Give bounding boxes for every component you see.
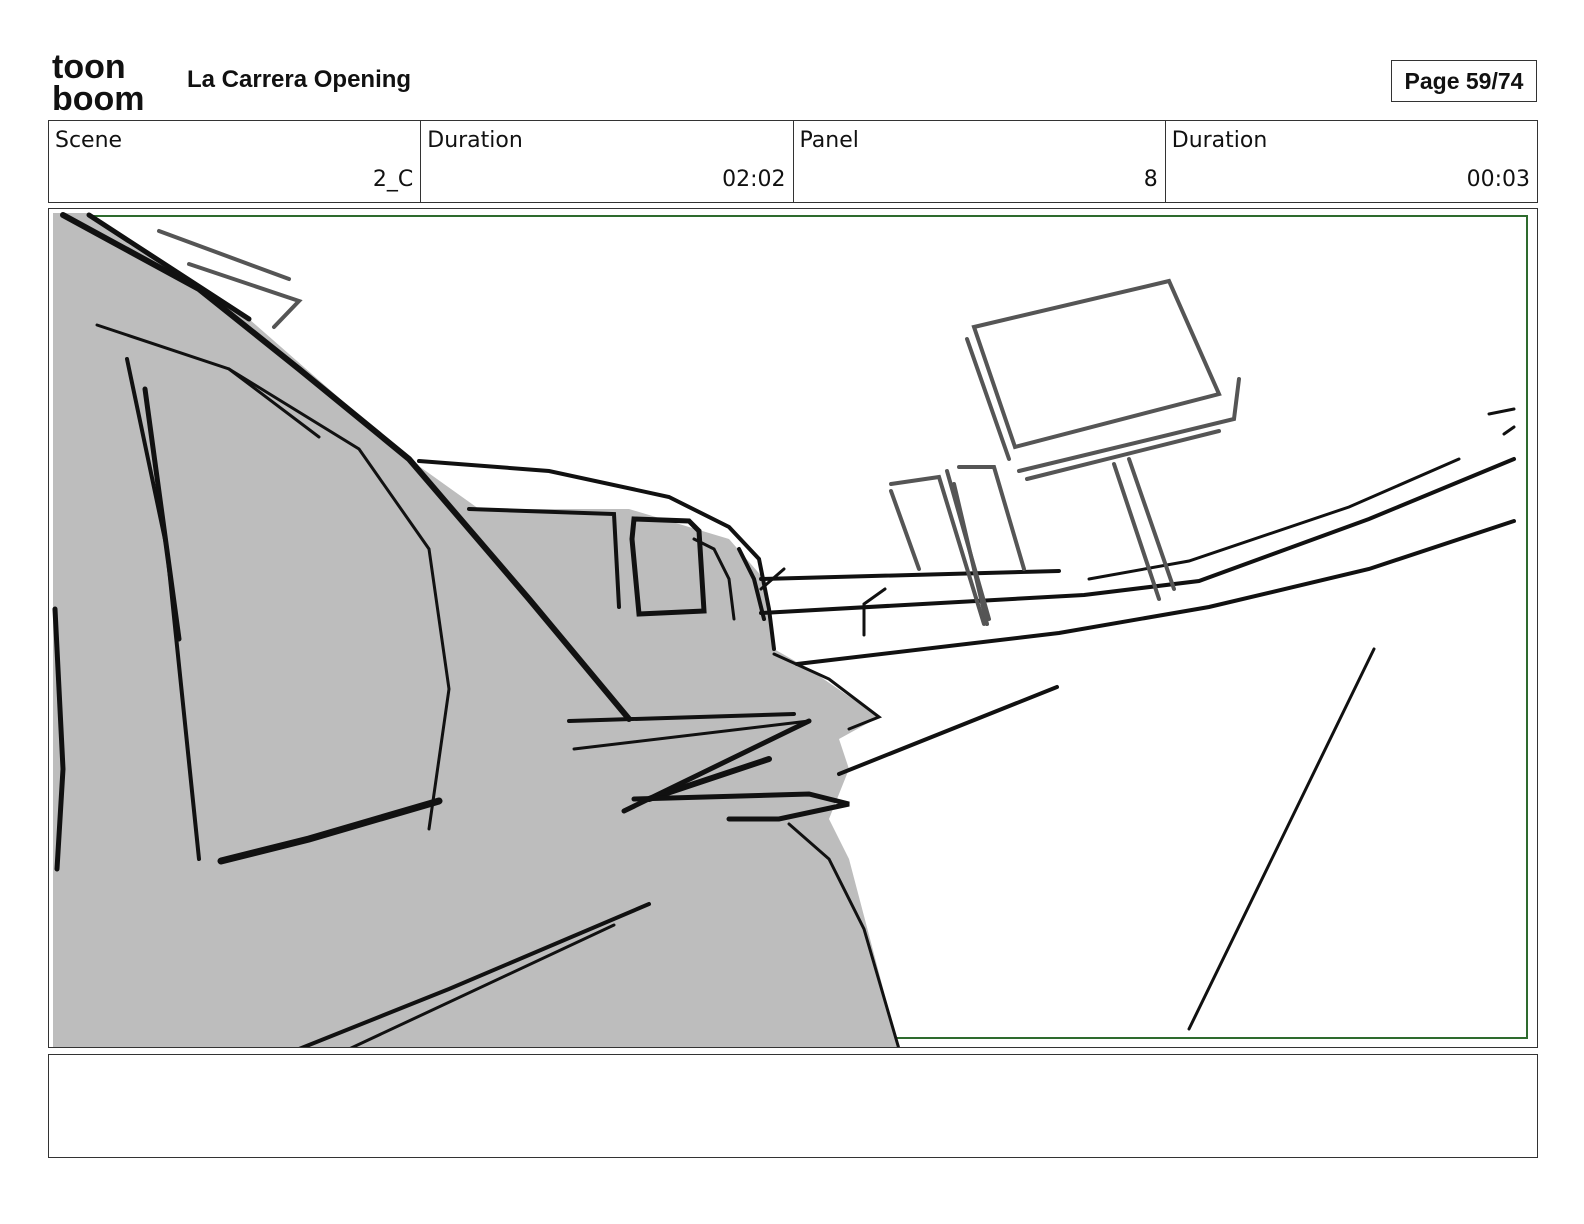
panel-duration-cell: Duration 00:03 <box>1166 121 1537 202</box>
panel-duration-value: 00:03 <box>1466 167 1530 192</box>
info-table: Scene 2_C Duration 02:02 Panel 8 Duratio… <box>48 120 1538 203</box>
logo-bottom-text: boom <box>52 80 145 112</box>
scene-label: Scene <box>55 128 123 153</box>
panel-duration-label: Duration <box>1171 128 1268 153</box>
scene-cell: Scene 2_C <box>49 121 422 202</box>
panel-label: Panel <box>799 128 859 153</box>
scene-value: 2_C <box>372 167 414 192</box>
scene-duration-value: 02:02 <box>722 167 786 192</box>
project-title: La Carrera Opening <box>187 66 412 93</box>
toonboom-logo: toon boom <box>52 48 164 118</box>
scene-duration-label: Duration <box>427 128 523 153</box>
panel-value: 8 <box>1143 167 1158 192</box>
panel-sketch <box>52 212 1528 1047</box>
panel-cell: Panel 8 <box>794 121 1166 202</box>
scene-duration-cell: Duration 02:02 <box>421 121 794 202</box>
panel-notes-box <box>48 1054 1538 1158</box>
storyboard-panel <box>48 208 1538 1048</box>
page-indicator: Page 59/74 <box>1391 60 1537 102</box>
